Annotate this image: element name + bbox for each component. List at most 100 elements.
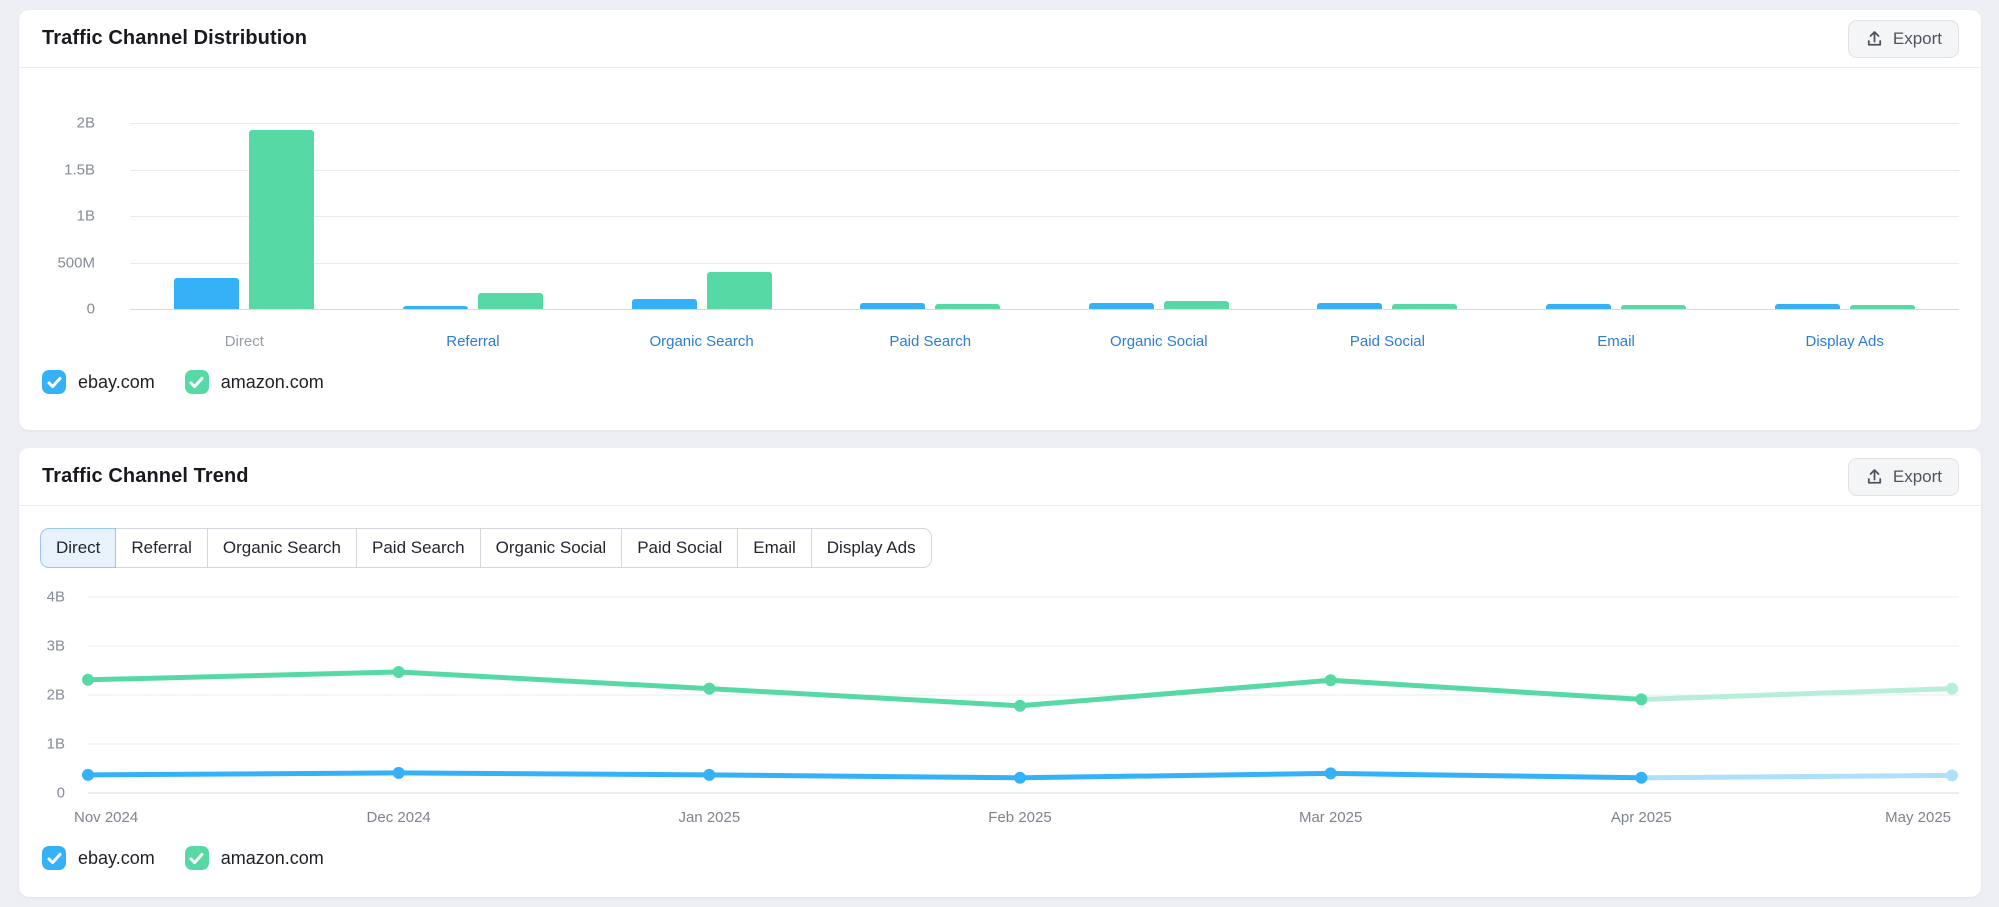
bar-group-direct	[130, 123, 359, 309]
x-axis-tick-may-2025: May 2025	[1885, 809, 1951, 826]
checkbox-checked-icon[interactable]	[185, 370, 209, 394]
x-axis-tick-mar-2025: Mar 2025	[1299, 809, 1362, 826]
bar-ebay-com-paid-social	[1317, 303, 1382, 309]
line-y-axis-tick: 1B	[47, 736, 65, 753]
bar-group-referral	[359, 123, 588, 309]
data-point-amazon-com-nov-2024	[82, 674, 94, 686]
x-axis-tick-apr-2025: Apr 2025	[1611, 809, 1672, 826]
category-link-organic-social[interactable]: Organic Social	[1045, 333, 1274, 350]
panel-header: Traffic Channel Distribution Export	[19, 10, 1981, 68]
legend-label: amazon.com	[221, 848, 324, 869]
line-chart-plot	[88, 597, 1959, 793]
dashboard-page: Traffic Channel Distribution Export 2B 1.…	[0, 0, 1999, 907]
x-axis-tick-jan-2025: Jan 2025	[678, 809, 740, 826]
bar-y-axis-tick: 1B	[77, 208, 95, 225]
bar-ebay-com-referral	[403, 306, 468, 309]
series-line-ebay-com	[88, 773, 1641, 778]
trend-legend-item-ebay-com[interactable]: ebay.com	[42, 846, 155, 870]
export-button[interactable]: Export	[1848, 458, 1959, 496]
legend-label: amazon.com	[221, 372, 324, 393]
bar-ebay-com-organic-social	[1089, 303, 1154, 309]
tab-paid-search[interactable]: Paid Search	[356, 528, 481, 568]
tab-paid-social[interactable]: Paid Social	[621, 528, 738, 568]
series-line-amazon-com	[88, 672, 1641, 706]
bar-ebay-com-direct	[174, 278, 239, 309]
line-y-axis-tick: 4B	[47, 589, 65, 606]
tab-direct[interactable]: Direct	[40, 528, 116, 568]
gridline	[130, 309, 1959, 310]
trend-legend: ebay.com amazon.com	[19, 846, 1981, 870]
category-link-referral[interactable]: Referral	[359, 333, 588, 350]
x-axis-tick-nov-2024: Nov 2024	[74, 809, 138, 826]
bar-y-axis-tick: 1.5B	[64, 161, 95, 178]
data-point-ebay-com-feb-2025	[1014, 772, 1026, 784]
distribution-legend-item-ebay-com[interactable]: ebay.com	[42, 370, 155, 394]
tab-display-ads[interactable]: Display Ads	[811, 528, 932, 568]
bar-group-organic-search	[587, 123, 816, 309]
trend-legend-item-amazon-com[interactable]: amazon.com	[185, 846, 324, 870]
bar-amazon-com-paid-search	[935, 304, 1000, 309]
panel-traffic-channel-distribution: Traffic Channel Distribution Export 2B 1.…	[19, 10, 1981, 430]
data-point-amazon-com-may-2025	[1946, 683, 1958, 695]
bar-amazon-com-email	[1621, 305, 1686, 309]
bar-group-organic-social	[1045, 123, 1274, 309]
legend-label: ebay.com	[78, 848, 155, 869]
export-button[interactable]: Export	[1848, 20, 1959, 58]
distribution-legend-item-amazon-com[interactable]: amazon.com	[185, 370, 324, 394]
bar-ebay-com-email	[1546, 304, 1611, 309]
series-line-ebay-com	[1641, 775, 1952, 777]
bar-amazon-com-organic-search	[707, 272, 772, 309]
checkbox-checked-icon[interactable]	[42, 370, 66, 394]
export-upload-icon	[1865, 467, 1884, 486]
data-point-amazon-com-jan-2025	[703, 683, 715, 695]
data-point-ebay-com-mar-2025	[1325, 767, 1337, 779]
tab-email[interactable]: Email	[737, 528, 812, 568]
category-link-email[interactable]: Email	[1502, 333, 1731, 350]
bar-group-paid-social	[1273, 123, 1502, 309]
panel-title: Traffic Channel Trend	[42, 465, 249, 488]
export-upload-icon	[1865, 29, 1884, 48]
bar-chart-y-axis: 2B1.5B1B500M0	[19, 123, 105, 309]
line-y-axis-tick: 0	[57, 785, 65, 802]
bar-group-email	[1502, 123, 1731, 309]
bar-amazon-com-organic-social	[1164, 301, 1229, 309]
bar-group-paid-search	[816, 123, 1045, 309]
category-link-direct[interactable]: Direct	[130, 333, 359, 350]
bar-chart: 2B1.5B1B500M0	[19, 123, 1981, 309]
category-link-paid-search[interactable]: Paid Search	[816, 333, 1045, 350]
line-y-axis-tick: 3B	[47, 638, 65, 655]
data-point-amazon-com-dec-2024	[393, 666, 405, 678]
export-label: Export	[1893, 29, 1942, 49]
line-chart-x-axis: Nov 2024Dec 2024Jan 2025Feb 2025Mar 2025…	[88, 809, 1959, 829]
line-chart-svg	[88, 597, 1959, 793]
category-link-organic-search[interactable]: Organic Search	[587, 333, 816, 350]
bar-ebay-com-organic-search	[632, 299, 697, 309]
export-label: Export	[1893, 467, 1942, 487]
data-point-amazon-com-apr-2025	[1635, 693, 1647, 705]
data-point-ebay-com-dec-2024	[393, 767, 405, 779]
legend-label: ebay.com	[78, 372, 155, 393]
distribution-legend: ebay.com amazon.com	[19, 370, 1981, 394]
data-point-ebay-com-nov-2024	[82, 769, 94, 781]
data-point-amazon-com-feb-2025	[1014, 700, 1026, 712]
tab-organic-social[interactable]: Organic Social	[480, 528, 623, 568]
tab-organic-search[interactable]: Organic Search	[207, 528, 357, 568]
data-point-ebay-com-may-2025	[1946, 769, 1958, 781]
bar-amazon-com-direct	[249, 130, 314, 309]
tab-referral[interactable]: Referral	[115, 528, 207, 568]
series-line-amazon-com	[1641, 689, 1952, 700]
bar-amazon-com-display-ads	[1850, 305, 1915, 309]
x-axis-tick-feb-2025: Feb 2025	[988, 809, 1051, 826]
category-link-display-ads[interactable]: Display Ads	[1730, 333, 1959, 350]
category-link-paid-social[interactable]: Paid Social	[1273, 333, 1502, 350]
panel-traffic-channel-trend: Traffic Channel Trend Export DirectRefer…	[19, 448, 1981, 897]
bar-ebay-com-paid-search	[860, 303, 925, 309]
data-point-amazon-com-mar-2025	[1325, 674, 1337, 686]
checkbox-checked-icon[interactable]	[185, 846, 209, 870]
bar-y-axis-tick: 2B	[77, 115, 95, 132]
data-point-ebay-com-jan-2025	[703, 769, 715, 781]
checkbox-checked-icon[interactable]	[42, 846, 66, 870]
bar-y-axis-tick: 0	[87, 301, 95, 318]
line-chart: 4B3B2B1B0	[19, 597, 1981, 793]
bar-amazon-com-referral	[478, 293, 543, 309]
